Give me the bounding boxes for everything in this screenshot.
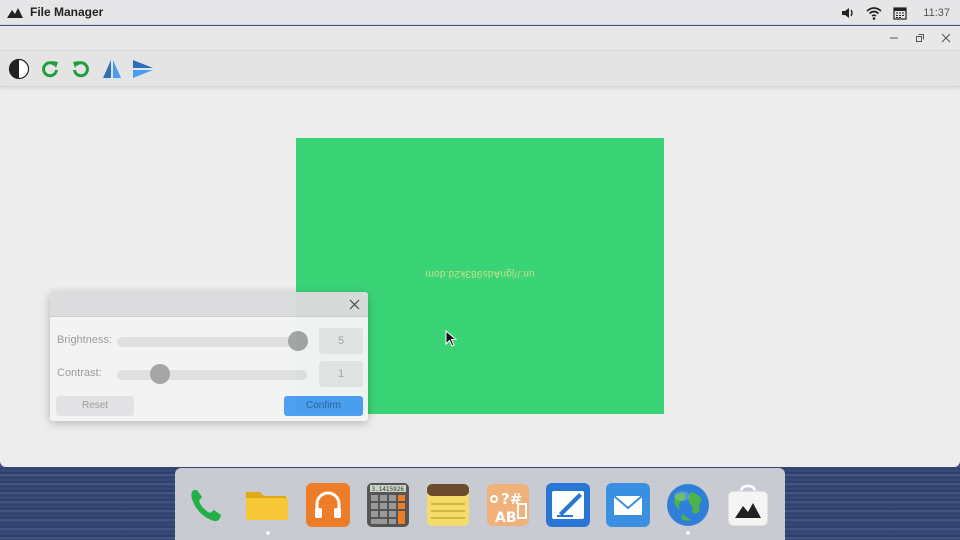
dialog-header[interactable] — [50, 292, 368, 317]
dock: 3.1415926 ?# AB — [175, 468, 785, 540]
close-icon[interactable] — [938, 30, 954, 46]
brightness-slider-handle[interactable] — [288, 331, 308, 351]
contrast-row: Contrast: 1 — [57, 361, 363, 387]
running-indicator — [686, 531, 690, 535]
image-viewer-icon[interactable] — [725, 482, 771, 528]
folder-icon[interactable] — [244, 482, 290, 528]
rotate-clockwise-icon[interactable] — [37, 56, 63, 82]
notes-icon[interactable] — [425, 482, 471, 528]
contrast-value[interactable]: 1 — [319, 361, 363, 387]
calculator-display: 3.1415926 — [371, 486, 404, 493]
dialog-close-icon[interactable] — [346, 296, 362, 312]
calendar-icon[interactable] — [891, 4, 909, 22]
contrast-icon[interactable] — [6, 56, 32, 82]
contrast-slider-handle[interactable] — [150, 364, 170, 384]
running-indicator — [266, 531, 270, 535]
brightness-contrast-dialog: Brightness: 5 Contrast: 1 Reset Confirm — [50, 292, 368, 421]
image-text: un://jgnAds983k2d.dom — [425, 268, 535, 279]
contrast-label: Contrast: — [57, 367, 102, 379]
drawing-icon[interactable] — [545, 482, 591, 528]
flip-vertical-icon[interactable] — [130, 56, 156, 82]
brightness-label: Brightness: — [57, 334, 113, 346]
restore-icon[interactable] — [912, 30, 928, 46]
calculator-icon[interactable]: 3.1415926 — [365, 482, 411, 528]
flip-horizontal-icon[interactable] — [99, 56, 125, 82]
wifi-icon[interactable] — [865, 4, 883, 22]
top-bar: File Manager 11:37 — [0, 0, 960, 25]
mouse-cursor-icon — [445, 330, 457, 347]
contrast-slider[interactable] — [117, 370, 307, 380]
mail-icon[interactable] — [605, 482, 651, 528]
confirm-button[interactable]: Confirm — [284, 396, 363, 416]
reset-button[interactable]: Reset — [56, 396, 134, 416]
text-editor-icon[interactable]: ?# AB — [485, 482, 531, 528]
browser-globe-icon[interactable] — [665, 482, 711, 528]
rotate-counterclockwise-icon[interactable] — [68, 56, 94, 82]
phone-icon[interactable] — [183, 482, 229, 528]
brightness-value[interactable]: 5 — [319, 328, 363, 354]
svg-text:AB: AB — [495, 510, 517, 526]
app-title: File Manager — [30, 5, 104, 19]
window-titlebar[interactable] — [0, 26, 960, 50]
clock: 11:37 — [923, 6, 950, 19]
svg-text:?#: ?# — [501, 490, 522, 508]
system-tray: 11:37 — [839, 0, 960, 25]
brightness-row: Brightness: 5 — [57, 328, 363, 354]
minimize-icon[interactable] — [886, 30, 902, 46]
brightness-slider[interactable] — [117, 337, 307, 347]
volume-icon[interactable] — [839, 4, 857, 22]
toolbar — [0, 50, 960, 87]
music-icon[interactable] — [305, 482, 351, 528]
mountain-logo-icon[interactable] — [6, 5, 24, 19]
